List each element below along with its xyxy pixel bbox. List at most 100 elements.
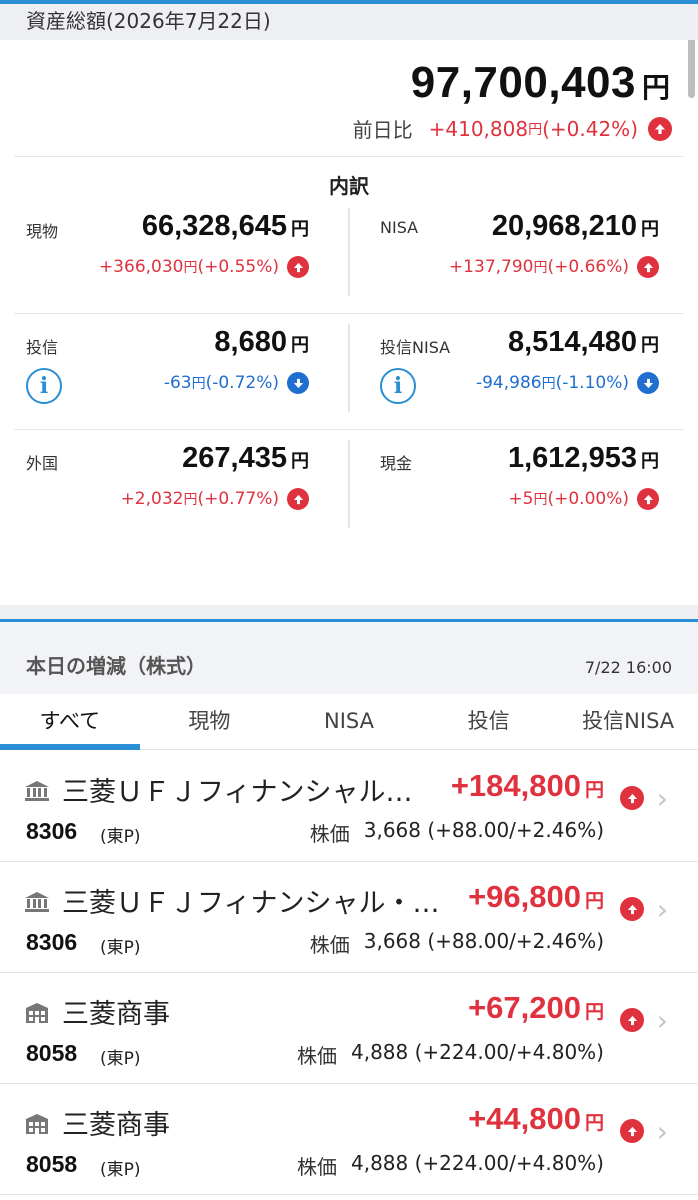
arrow-up-circle-icon <box>620 897 644 921</box>
filter-tabs: すべて 現物 NISA 投信 投信NISA <box>0 694 698 750</box>
divider <box>14 156 684 157</box>
tab-nisa[interactable]: NISA <box>279 694 419 749</box>
stock-price-value: 4,888 (+224.00/+4.80%) <box>351 1151 604 1175</box>
tab-toshin[interactable]: 投信 <box>419 694 559 749</box>
stock-gain-unit: 円 <box>584 779 604 801</box>
stock-row[interactable]: 三菱商事 +67,200 円 › 8058 (東P) 株価 4,888 (+224.00/+4… <box>0 974 698 1084</box>
stock-price: 株価 4,888 (+224.00/+4.80%) <box>297 1151 604 1180</box>
total-change-value: +410,808 <box>428 116 529 141</box>
divider <box>14 429 684 430</box>
breakdown-cell[interactable]: NISA 20,968,210 円 +137,790 円 (+0.66%) <box>350 210 685 310</box>
breakdown-amount-value: 267,435 <box>182 442 287 474</box>
tab-toshin-nisa[interactable]: 投信NISA <box>558 694 698 749</box>
stock-gain: +67,200 円 <box>468 990 604 1026</box>
breakdown-cell[interactable]: 現金 1,612,953 円 +5 円 (+0.00%) <box>350 442 685 542</box>
breakdown-cell-change: +2,032 円 (+0.77%) <box>121 488 309 510</box>
breakdown-amount-unit: 円 <box>291 451 309 472</box>
daily-change-header: 本日の増減（株式） 7/22 16:00 <box>0 622 698 694</box>
tab-all[interactable]: すべて <box>0 694 140 750</box>
breakdown-amount-unit: 円 <box>291 219 309 240</box>
breakdown-change-value: +137,790 <box>448 257 534 277</box>
tab-genbutsu[interactable]: 現物 <box>140 694 280 749</box>
arrow-up-circle-icon <box>620 1119 644 1143</box>
breakdown-change-pct: (+0.00%) <box>547 489 629 509</box>
bank-icon <box>24 891 50 913</box>
breakdown-amount-unit: 円 <box>641 335 659 356</box>
breakdown-cell[interactable]: 投信NISA 8,514,480 円 i -94,986 円 (-1.10%) <box>350 326 685 426</box>
stock-price-value: 3,668 (+88.00/+2.46%) <box>363 929 604 953</box>
arrow-up-circle-icon <box>637 256 659 278</box>
stock-code: 8306 <box>26 818 78 844</box>
breakdown-cell-amount: 8,514,480 円 <box>508 326 659 359</box>
breakdown-change-value: +2,032 <box>120 489 184 509</box>
stock-price-label: 株価 <box>297 1044 337 1068</box>
stock-price-value: 3,668 (+88.00/+2.46%) <box>363 818 604 842</box>
column-divider <box>348 208 350 296</box>
info-icon[interactable]: i <box>380 368 416 404</box>
breakdown-change-unit: 円 <box>541 376 556 392</box>
breakdown-change-pct: (+0.55%) <box>197 257 279 277</box>
stock-gain: +184,800 円 <box>451 768 604 804</box>
breakdown-cell-name: 現金 <box>380 454 413 473</box>
stock-price-label: 株価 <box>297 1155 337 1179</box>
stock-gain-value: +96,800 <box>468 879 581 914</box>
stock-gain-unit: 円 <box>584 1112 604 1134</box>
building-icon <box>24 1113 50 1135</box>
breakdown-cell[interactable]: 投信 8,680 円 i -63 円 (-0.72%) <box>0 326 335 426</box>
breakdown-title: 内訳 <box>329 174 369 198</box>
breakdown-cell-amount: 1,612,953 円 <box>508 442 659 475</box>
breakdown-cell-amount: 8,680 円 <box>214 326 309 359</box>
info-icon[interactable]: i <box>26 368 62 404</box>
stock-code: 8058 <box>26 1151 78 1177</box>
breakdown-cell-change: -94,986 円 (-1.10%) <box>476 372 659 394</box>
breakdown-cell-name: NISA <box>380 218 419 237</box>
breakdown-cell[interactable]: 現物 66,328,645 円 +366,030 円 (+0.55%) <box>0 210 335 310</box>
stock-market: (東P) <box>100 1049 141 1069</box>
total-change: 前日比 +410,808 円 (+0.42%) <box>353 114 672 143</box>
breakdown-cell-name: 投信NISA <box>380 338 451 357</box>
total-assets-amount: 97,700,403 円 <box>411 58 670 108</box>
stock-price: 株価 3,668 (+88.00/+2.46%) <box>310 818 604 847</box>
stock-market: (東P) <box>100 1160 141 1180</box>
breakdown-amount-value: 20,968,210 <box>491 210 637 242</box>
stock-name: 三菱商事 <box>62 1110 170 1141</box>
breakdown-change-pct: (+0.66%) <box>547 257 629 277</box>
stock-row[interactable]: 三菱ＵＦＪフィナンシャル・… +96,800 円 › 8306 (東P) 株価 3,668 (… <box>0 863 698 973</box>
daily-change-title: 本日の増減（株式） <box>26 654 206 678</box>
arrow-up-circle-icon <box>287 256 309 278</box>
chevron-right-icon[interactable]: › <box>657 893 668 926</box>
stock-gain: +96,800 円 <box>468 879 604 915</box>
breakdown-cell-amount: 267,435 円 <box>182 442 309 475</box>
breakdown-change-value: +366,030 <box>98 257 184 277</box>
total-change-pct: (+0.42%) <box>542 116 638 141</box>
breakdown-cell-amount: 20,968,210 円 <box>492 210 659 243</box>
breakdown-amount-value: 66,328,645 <box>141 210 287 242</box>
breakdown-cell[interactable]: 外国 267,435 円 +2,032 円 (+0.77%) <box>0 442 335 542</box>
column-divider <box>348 324 350 412</box>
stock-code: 8306 <box>26 929 78 955</box>
arrow-down-circle-icon <box>287 372 309 394</box>
breakdown-change-value: -63 <box>163 373 192 393</box>
breakdown-amount-value: 8,514,480 <box>507 326 637 358</box>
total-change-unit: 円 <box>528 121 543 138</box>
chevron-right-icon[interactable]: › <box>657 782 668 815</box>
stock-market: (東P) <box>100 938 141 958</box>
stock-name: 三菱ＵＦＪフィナンシャル… <box>62 777 413 808</box>
stock-price: 株価 4,888 (+224.00/+4.80%) <box>297 1040 604 1069</box>
stock-row[interactable]: 三菱商事 +44,800 円 › 8058 (東P) 株価 4,888 (+224.00/+4… <box>0 1085 698 1195</box>
breakdown-change-value: +5 <box>508 489 534 509</box>
breakdown-cell-change: +5 円 (+0.00%) <box>508 488 659 510</box>
breakdown-cell-change: -63 円 (-0.72%) <box>164 372 309 394</box>
stock-row[interactable]: 三菱ＵＦＪフィナンシャル… +184,800 円 › 8306 (東P) 株価 3,668 (… <box>0 752 698 862</box>
stock-price-label: 株価 <box>309 822 350 846</box>
breakdown-amount-value: 8,680 <box>214 326 287 358</box>
divider <box>14 313 684 314</box>
breakdown-change-unit: 円 <box>183 492 198 508</box>
stock-gain-value: +184,800 <box>450 768 581 803</box>
stock-name: 三菱ＵＦＪフィナンシャル・… <box>62 888 440 919</box>
breakdown-amount-unit: 円 <box>641 219 659 240</box>
chevron-right-icon[interactable]: › <box>657 1115 668 1148</box>
chevron-right-icon[interactable]: › <box>657 1004 668 1037</box>
breakdown-change-unit: 円 <box>533 492 548 508</box>
breakdown-change-unit: 円 <box>533 260 548 276</box>
